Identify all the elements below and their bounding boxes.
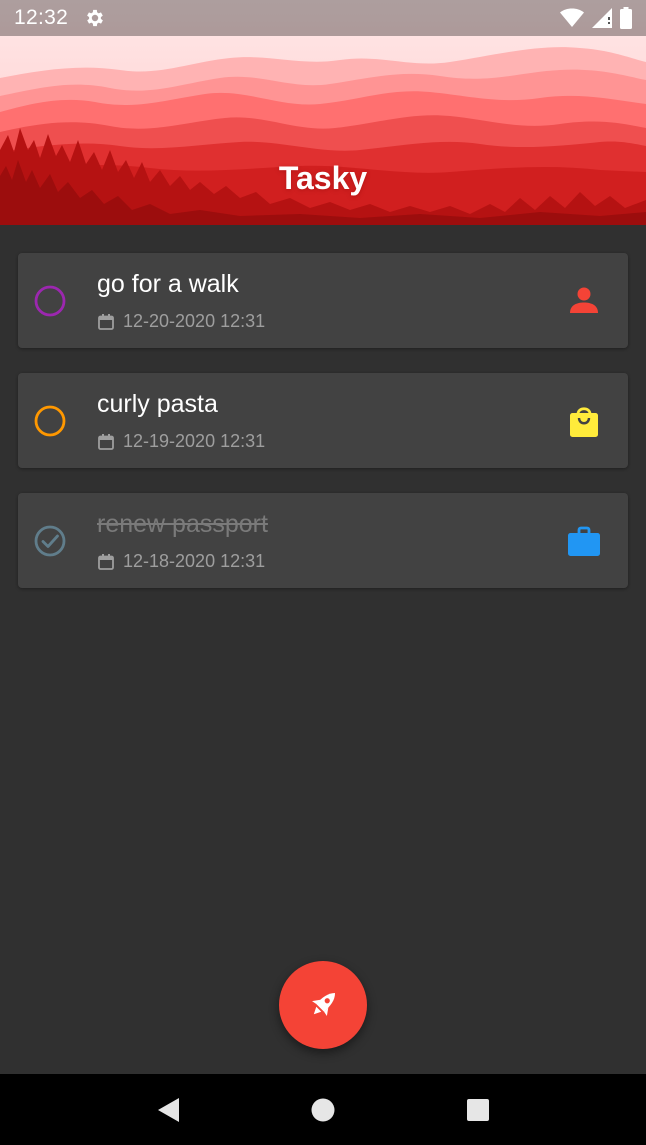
battery-icon: [620, 7, 632, 29]
task-card[interactable]: renew passport 12-18-2020 12:31: [18, 493, 628, 588]
navigation-bar: [0, 1074, 646, 1145]
task-date-text: 12-18-2020 12:31: [123, 551, 266, 571]
task-date: 12-20-2020 12:31: [97, 311, 265, 332]
calendar-icon: [98, 553, 114, 570]
task-date-text: 12-20-2020 12:31: [123, 311, 266, 331]
task-card[interactable]: curly pasta 12-19-2020 12:31: [18, 373, 628, 468]
person-icon: [570, 287, 598, 313]
home-icon: [311, 1098, 335, 1121]
unchecked-circle-icon[interactable]: [32, 283, 68, 319]
home-button[interactable]: [303, 1090, 343, 1130]
status-icons: [560, 7, 632, 29]
briefcase-icon: [568, 526, 600, 556]
checked-circle-icon[interactable]: [32, 523, 68, 559]
rocket-icon: [312, 992, 336, 1016]
task-title: go for a walk: [97, 270, 239, 298]
task-date: 12-18-2020 12:31: [97, 551, 265, 572]
app-screen: 12:32 Tasky go for a walk 12-20-2020 12:…: [0, 0, 646, 1145]
task-list: go for a walk 12-20-2020 12:31 curly pas…: [18, 253, 628, 613]
back-button[interactable]: [148, 1090, 188, 1130]
task-title: renew passport: [97, 510, 268, 538]
task-date-text: 12-19-2020 12:31: [123, 431, 266, 451]
recents-icon: [467, 1098, 490, 1121]
gear-icon: [87, 9, 103, 27]
wifi-icon: [560, 8, 584, 27]
back-icon: [157, 1097, 179, 1122]
calendar-icon: [98, 433, 114, 450]
signal-icon: [592, 8, 612, 28]
task-date: 12-19-2020 12:31: [97, 431, 265, 452]
status-bar: 12:32: [0, 0, 646, 36]
shopping-bag-icon: [570, 407, 598, 437]
app-title: Tasky: [278, 160, 368, 196]
calendar-icon: [98, 313, 114, 330]
recents-button[interactable]: [458, 1090, 498, 1130]
add-task-fab[interactable]: [279, 961, 367, 1049]
status-time: 12:32: [14, 6, 69, 29]
unchecked-circle-icon[interactable]: [32, 403, 68, 439]
task-card[interactable]: go for a walk 12-20-2020 12:31: [18, 253, 628, 348]
task-title: curly pasta: [97, 390, 218, 418]
